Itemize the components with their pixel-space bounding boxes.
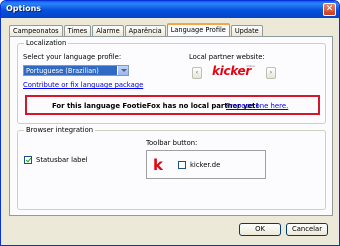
kicker-toolbar-label: kicker.de [190,161,221,169]
kicker-logo-tag: online [245,64,255,68]
tab-aparencia[interactable]: Aparência [124,25,166,36]
tab-alarme[interactable]: Alarme [92,25,124,36]
language-select-label: Select your language profile: [23,53,122,61]
partner-website-label: Local partner website: [189,53,265,61]
chevron-down-icon[interactable] [117,66,128,75]
previous-partner-button[interactable]: ‹ [192,67,202,79]
cancel-button[interactable]: Cancelar [286,223,328,236]
localization-group-title: Localization [24,39,69,47]
title-bar[interactable]: Options ✕ [1,1,339,18]
kicker-logo[interactable]: kicker online [212,64,256,80]
propose-partner-link[interactable]: Propose one here. [226,102,288,110]
tab-campeonatos[interactable]: Campeonatos [9,25,63,36]
tab-strip: Campeonatos Times Alarme Aparência Langu… [9,23,264,36]
options-window: Options ✕ Campeonatos Times Alarme Aparê… [0,0,340,246]
close-icon[interactable]: ✕ [323,3,336,16]
tab-times[interactable]: Times [63,25,92,36]
browser-integration-group: Browser integration Statusbar label Tool… [17,126,326,210]
browser-integration-group-title: Browser integration [24,126,96,134]
language-profile-select[interactable]: Portuguese (Brazilian) [23,65,129,76]
contribute-language-link[interactable]: Contribute or fix language package [23,81,143,89]
statusbar-label-text: Statusbar label [36,156,88,164]
tab-update[interactable]: Update [230,25,263,36]
tab-panel: Localization Select your language profil… [9,36,333,216]
localization-group: Localization Select your language profil… [17,39,326,124]
tab-language-profile[interactable]: Language Profile [166,23,230,36]
no-partner-alert: For this language FootieFox has no local… [25,95,320,115]
kicker-k-icon: k [153,156,163,174]
toolbar-button-preview: k kicker.de [146,150,266,179]
kicker-toolbar-checkbox[interactable] [178,161,186,169]
window-title: Options [6,4,42,13]
statusbar-label-checkbox[interactable] [24,156,32,164]
language-select-value: Portuguese (Brazilian) [26,67,99,75]
next-partner-button[interactable]: › [266,67,276,79]
toolbar-button-label: Toolbar button: [146,139,198,147]
ok-button[interactable]: OK [239,223,281,236]
